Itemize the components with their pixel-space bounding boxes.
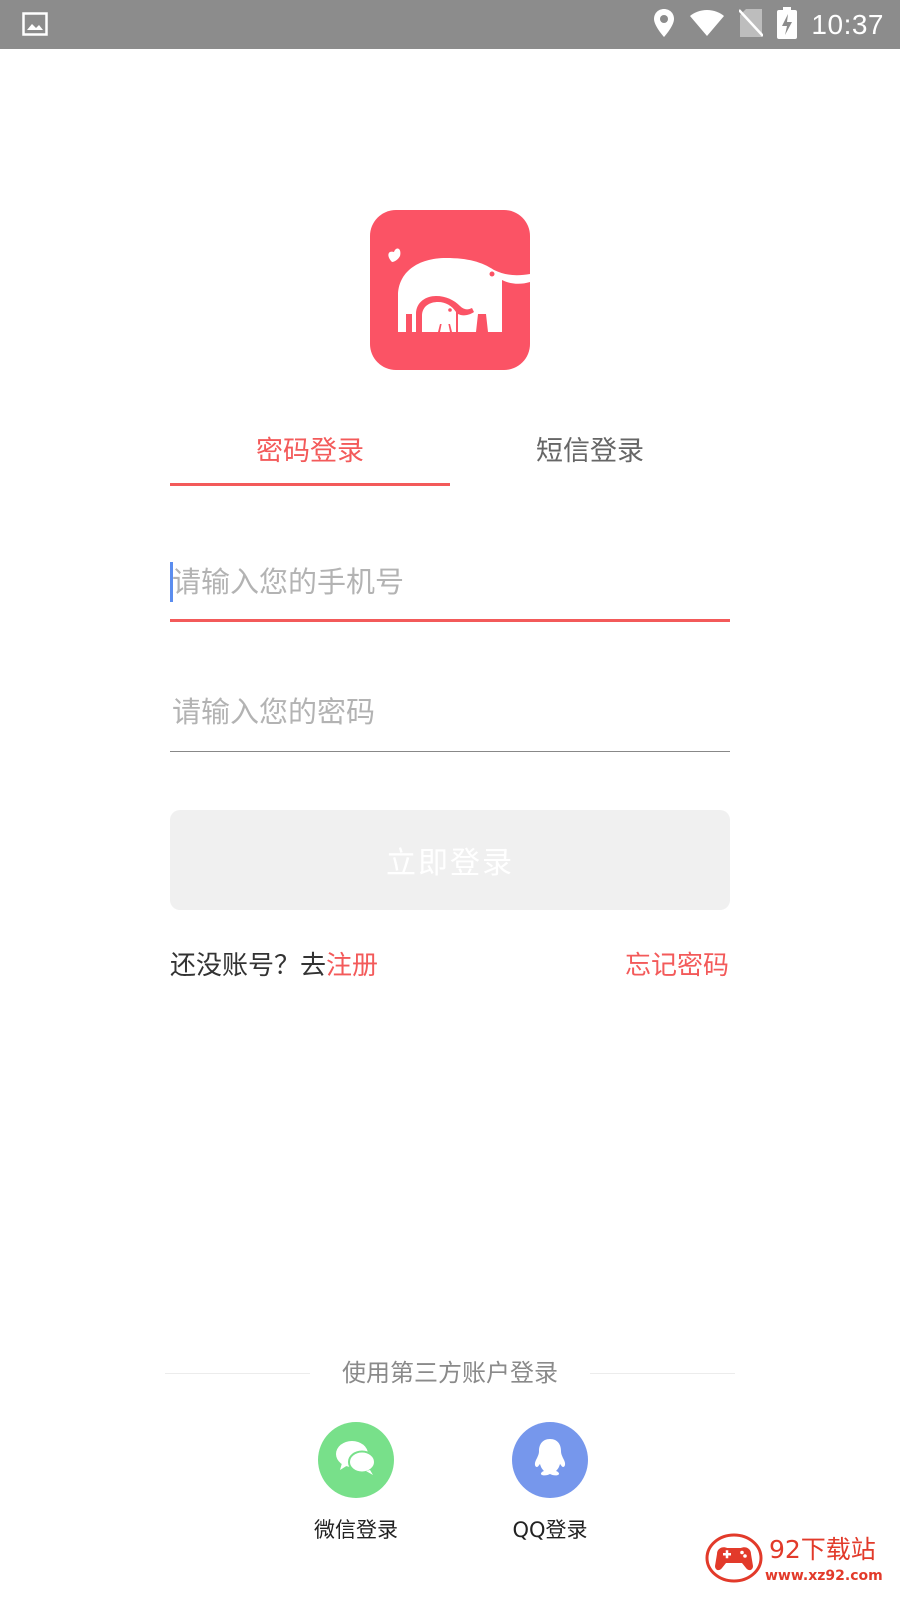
register-link[interactable]: 注册 [326, 951, 378, 981]
phone-input[interactable] [170, 552, 730, 612]
watermark: 92下载站 www.xz92.com [705, 1530, 895, 1590]
wechat-login-button[interactable] [318, 1422, 394, 1498]
qq-icon [532, 1437, 568, 1483]
login-button[interactable]: 立即登录 [170, 810, 730, 910]
status-bar: 10:37 [0, 0, 900, 49]
password-underline [170, 751, 730, 752]
password-input[interactable] [170, 682, 730, 742]
tab-sms-login[interactable]: 短信登录 [450, 432, 730, 472]
elephant-logo-icon [370, 210, 530, 370]
gamepad-logo-icon [705, 1532, 763, 1588]
status-time: 10:37 [811, 8, 884, 40]
wechat-icon [334, 1439, 378, 1481]
battery-charging-icon [777, 6, 798, 43]
qq-login: QQ登录 [485, 1422, 615, 1544]
watermark-url: www.xz92.com [765, 1568, 883, 1584]
third-party-title: 使用第三方账户登录 [310, 1354, 590, 1392]
text-cursor [170, 562, 173, 602]
tab-password-login[interactable]: 密码登录 [170, 432, 450, 472]
qq-login-label: QQ登录 [512, 1518, 588, 1542]
register-prompt: 还没账号？去注册 [170, 945, 378, 982]
wifi-icon [689, 9, 725, 41]
register-prefix-text: 还没账号？去 [170, 951, 327, 981]
wechat-login-label: 微信登录 [314, 1518, 398, 1542]
location-icon [653, 8, 675, 42]
wechat-login: 微信登录 [291, 1422, 421, 1544]
phone-field [170, 552, 730, 622]
watermark-name: 92下载站 [769, 1535, 876, 1564]
active-tab-indicator [170, 483, 450, 486]
forget-password-link[interactable]: 忘记密码 [625, 945, 729, 982]
gallery-icon [22, 12, 48, 40]
phone-underline [170, 619, 730, 622]
qq-login-button[interactable] [512, 1422, 588, 1498]
no-sim-icon [738, 8, 765, 42]
password-field [170, 682, 730, 752]
